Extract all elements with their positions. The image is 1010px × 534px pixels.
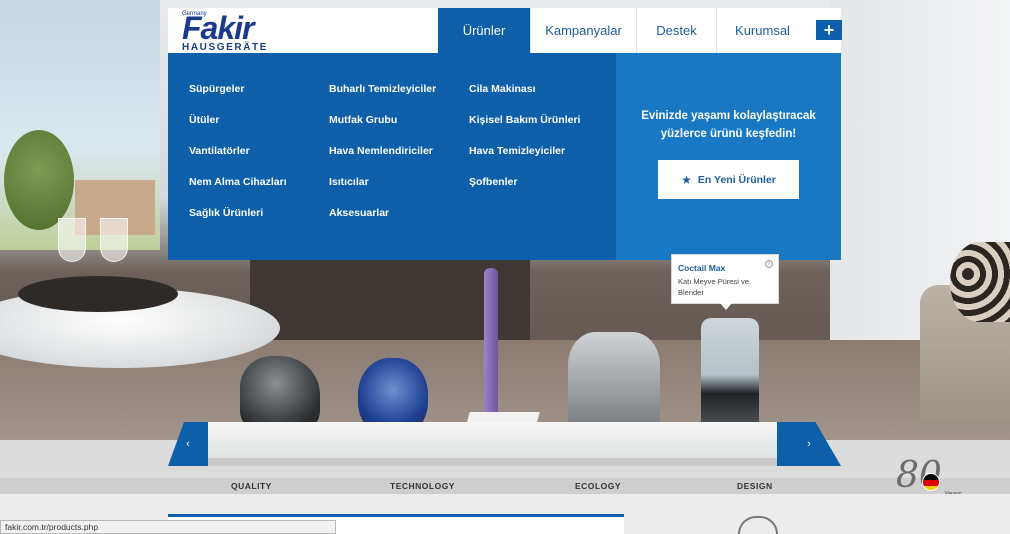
menu-column-1: Süpürgeler Ütüler Vantilatörler Nem Alma… [189,83,287,238]
shelf-prev-arrow-icon[interactable]: ‹ [168,422,208,466]
pillow [950,242,1010,322]
products-mega-menu: Süpürgeler Ütüler Vantilatörler Nem Alma… [168,53,841,260]
product-tooltip[interactable]: Coctail Max Katı Meyve Püresi ve Blender… [671,254,779,310]
tooltip-title[interactable]: Coctail Max [678,263,725,273]
shelf-surface [204,422,805,458]
menu-item-mutfak[interactable]: Mutfak Grubu [329,114,436,145]
shelf-shadow [204,458,805,466]
pillar-quality: QUALITY [231,481,272,491]
promo-text: Evinizde yaşamı kolaylaştıracak yüzlerce… [641,110,816,140]
site-header: Germany Fakir HAUSGERÄTE Ürünler Kampany… [168,8,842,53]
german-flag-icon [922,473,940,491]
menu-item-isiticilar[interactable]: Isıtıcılar [329,176,436,207]
menu-item-aksesuarlar[interactable]: Aksesuarlar [329,207,436,238]
menu-column-2: Buharlı Temizleyiciler Mutfak Grubu Hava… [329,83,436,238]
pillar-design: DESIGN [737,481,773,491]
menu-item-cila[interactable]: Cila Makinası [469,83,580,114]
menu-item-kisisel-bakim[interactable]: Kişisel Bakım Ürünleri [469,114,580,145]
star-icon: ★ [681,172,692,187]
wine-glass [58,218,86,262]
menu-item-nem-alma[interactable]: Nem Alma Cihazları [189,176,287,207]
menu-item-nemlendirici[interactable]: Hava Nemlendiriciler [329,145,436,176]
nav-kurumsal[interactable]: Kurumsal [716,8,808,53]
newest-products-label: En Yeni Ürünler [697,173,776,186]
fruit-bowl [18,276,178,312]
menu-item-saglik[interactable]: Sağlık Ürünleri [189,207,287,238]
browser-status-url: fakir.com.tr/products.php [0,520,336,534]
info-icon[interactable]: i [765,260,773,268]
pillar-technology: TECHNOLOGY [390,481,455,491]
menu-item-sofbenler[interactable]: Şofbenler [469,176,580,207]
tree-image [4,130,74,230]
steam-mop-product[interactable] [484,268,498,418]
menu-item-hava-temizleyici[interactable]: Hava Temizleyiciler [469,145,580,176]
promo-panel: Evinizde yaşamı kolaylaştıracak yüzlerce… [616,53,841,260]
menu-item-vantilatorler[interactable]: Vantilatörler [189,145,287,176]
wine-glass [100,218,128,262]
menu-column-3: Cila Makinası Kişisel Bakım Ürünleri Hav… [469,83,580,207]
tooltip-description: Katı Meyve Püresi ve Blender [678,277,749,297]
fakir-logo[interactable]: Germany Fakir HAUSGERÄTE [182,11,274,53]
nav-destek[interactable]: Destek [636,8,716,53]
product-shelf: ‹ › [168,422,841,466]
brand-pillars-bar: QUALITY TECHNOLOGY ECOLOGY DESIGN [0,478,1010,494]
menu-item-buharli[interactable]: Buharlı Temizleyiciler [329,83,436,114]
menu-item-supurgeler[interactable]: Süpürgeler [189,83,287,114]
main-nav: Ürünler Kampanyalar Destek Kurumsal [438,8,808,53]
logo-subtitle: HAUSGERÄTE [182,42,269,53]
menu-item-utuler[interactable]: Ütüler [189,114,287,145]
pillar-ecology: ECOLOGY [575,481,622,491]
nav-kampanyalar[interactable]: Kampanyalar [530,8,636,53]
shelf-next-arrow-icon[interactable]: › [777,422,841,466]
nav-urunler[interactable]: Ürünler [438,8,530,53]
newest-products-button[interactable]: ★ En Yeni Ürünler [658,160,799,199]
plus-button[interactable]: + [816,20,842,40]
logo-wordmark: Fakir [182,10,254,46]
